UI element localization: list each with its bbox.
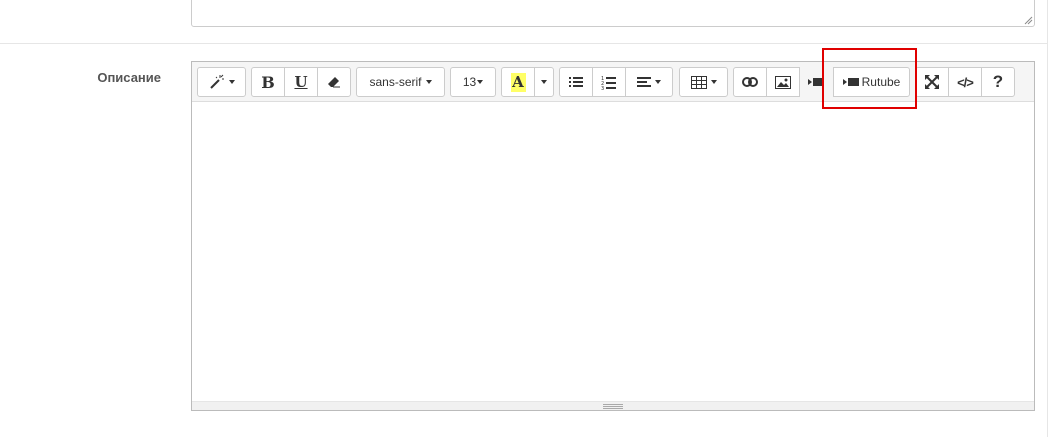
question-mark-icon: ? bbox=[992, 72, 1004, 91]
editor-content-area[interactable] bbox=[192, 103, 1034, 401]
highlight-color-button[interactable]: A bbox=[501, 67, 535, 97]
font-family-value: sans-serif bbox=[369, 75, 422, 89]
paragraph-align-dropdown[interactable] bbox=[625, 67, 673, 97]
bullet-list-icon bbox=[569, 77, 583, 87]
chevron-down-icon bbox=[655, 80, 661, 84]
insert-image-button[interactable] bbox=[766, 67, 800, 97]
panel-right-border bbox=[1047, 0, 1048, 437]
table-dropdown-button[interactable] bbox=[679, 67, 728, 97]
chevron-down-icon bbox=[425, 80, 432, 84]
highlight-color-dropdown[interactable] bbox=[534, 67, 554, 97]
underline-button[interactable]: U bbox=[284, 67, 318, 97]
form-row-divider bbox=[0, 43, 1047, 44]
svg-text:3: 3 bbox=[601, 86, 604, 90]
rich-text-editor: B U sans-serif 13 A 1 2 3 Rutube </> ? bbox=[191, 61, 1035, 411]
annotation-highlight-box bbox=[822, 48, 917, 109]
font-size-dropdown[interactable]: 13 bbox=[450, 67, 496, 97]
resize-grip-icon[interactable] bbox=[1023, 15, 1033, 25]
ordered-list-button[interactable]: 1 2 3 bbox=[592, 67, 626, 97]
bold-button[interactable]: B bbox=[251, 67, 285, 97]
bold-icon: B bbox=[261, 72, 275, 92]
code-view-button[interactable]: </> bbox=[948, 67, 982, 97]
description-label: Описание bbox=[97, 70, 161, 85]
font-size-value: 13 bbox=[462, 75, 477, 89]
link-icon bbox=[742, 77, 758, 87]
highlight-a-icon: A bbox=[510, 72, 526, 92]
clear-format-button[interactable] bbox=[317, 67, 351, 97]
chevron-down-icon bbox=[477, 80, 484, 84]
style-dropdown-button[interactable] bbox=[197, 67, 246, 97]
font-family-dropdown[interactable]: sans-serif bbox=[356, 67, 445, 97]
chevron-down-icon bbox=[541, 80, 547, 84]
numbered-list-icon: 1 2 3 bbox=[601, 76, 616, 90]
eraser-icon bbox=[328, 77, 340, 88]
unordered-list-button[interactable] bbox=[559, 67, 593, 97]
underline-icon: U bbox=[294, 73, 308, 91]
expand-arrows-icon bbox=[925, 75, 939, 89]
picture-icon bbox=[775, 75, 791, 89]
insert-link-button[interactable] bbox=[733, 67, 767, 97]
resize-handle-icon[interactable] bbox=[603, 404, 623, 409]
chevron-down-icon bbox=[228, 80, 235, 84]
help-button[interactable]: ? bbox=[981, 67, 1015, 97]
magic-wand-icon bbox=[209, 74, 224, 89]
fullscreen-button[interactable] bbox=[915, 67, 949, 97]
previous-textarea[interactable] bbox=[191, 0, 1035, 27]
code-icon: </> bbox=[957, 74, 974, 90]
table-icon bbox=[690, 75, 707, 89]
chevron-down-icon bbox=[710, 80, 717, 84]
editor-resize-bar[interactable] bbox=[192, 401, 1034, 410]
align-left-icon bbox=[637, 77, 651, 87]
